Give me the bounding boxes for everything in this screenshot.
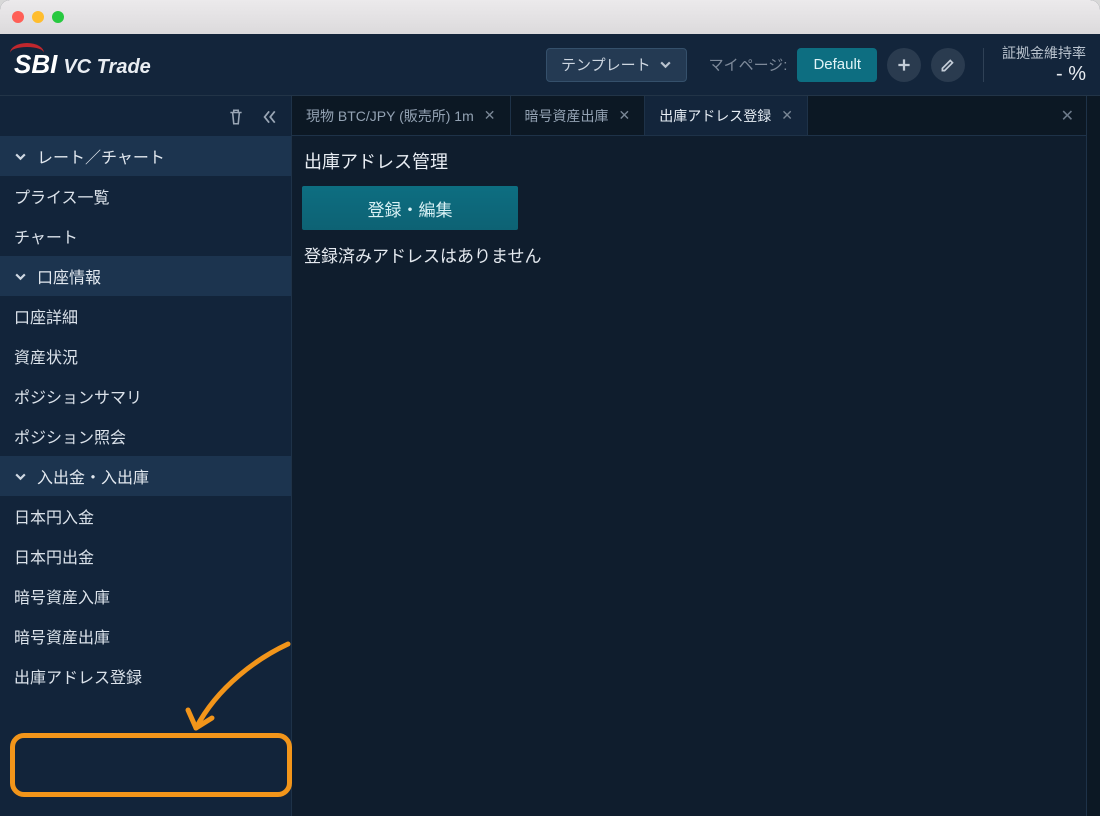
app-logo: SBI VC Trade bbox=[14, 49, 151, 80]
window-titlebar bbox=[0, 0, 1100, 34]
sidebar-item-position-inquiry[interactable]: ポジション照会 bbox=[0, 416, 291, 456]
sidebar-item-label: 暗号資産入庫 bbox=[14, 584, 110, 608]
sidebar-section-label: レート／チャート bbox=[37, 144, 165, 168]
sidebar-item-label: 資産状況 bbox=[14, 344, 78, 368]
sidebar-item-label: ポジション照会 bbox=[14, 424, 126, 448]
margin-rate-label: 証拠金維持率 bbox=[1002, 43, 1086, 63]
sidebar-section-label: 口座情報 bbox=[37, 264, 101, 288]
template-label: テンプレート bbox=[561, 54, 651, 75]
close-icon[interactable]: ✕ bbox=[781, 107, 793, 124]
sidebar-item-label: プライス一覧 bbox=[14, 184, 110, 208]
sidebar-item-label: ポジションサマリ bbox=[14, 384, 142, 408]
logo-brand: SBI bbox=[14, 49, 57, 80]
main-panel: 現物 BTC/JPY (販売所) 1m ✕ 暗号資産出庫 ✕ 出庫アドレス登録 … bbox=[292, 96, 1086, 816]
edit-icon bbox=[939, 56, 957, 74]
empty-message: 登録済みアドレスはありません bbox=[298, 242, 1080, 267]
divider bbox=[983, 48, 984, 82]
sidebar-item-withdraw-address[interactable]: 出庫アドレス登録 bbox=[0, 656, 291, 696]
edit-button[interactable] bbox=[931, 48, 965, 82]
tab-label: 現物 BTC/JPY (販売所) 1m bbox=[306, 106, 474, 126]
margin-rate: 証拠金維持率 - % bbox=[1002, 43, 1086, 86]
mypage-label: マイページ: bbox=[709, 54, 788, 75]
sidebar-item-jpy-withdraw[interactable]: 日本円出金 bbox=[0, 536, 291, 576]
logo-product: VC Trade bbox=[63, 56, 150, 79]
chevron-down-icon bbox=[14, 270, 27, 283]
sidebar-item-account-detail[interactable]: 口座詳細 bbox=[0, 296, 291, 336]
register-button-label: 登録・編集 bbox=[368, 196, 453, 221]
close-icon[interactable]: ✕ bbox=[484, 107, 496, 124]
chevron-down-icon bbox=[14, 470, 27, 483]
chevron-down-icon bbox=[659, 58, 672, 71]
sidebar-item-asset-status[interactable]: 資産状況 bbox=[0, 336, 291, 376]
sidebar-item-price-list[interactable]: プライス一覧 bbox=[0, 176, 291, 216]
panel-title: 出庫アドレス管理 bbox=[298, 148, 1080, 186]
sidebar-section-rate[interactable]: レート／チャート bbox=[0, 136, 291, 176]
chevron-down-icon bbox=[14, 150, 27, 163]
add-button[interactable] bbox=[887, 48, 921, 82]
sidebar-item-crypto-withdraw[interactable]: 暗号資産出庫 bbox=[0, 616, 291, 656]
mypage-default-button[interactable]: Default bbox=[797, 48, 877, 82]
sidebar-item-jpy-deposit[interactable]: 日本円入金 bbox=[0, 496, 291, 536]
register-edit-button[interactable]: 登録・編集 bbox=[302, 186, 518, 230]
window-minimize-icon[interactable] bbox=[32, 11, 44, 23]
margin-rate-value: - % bbox=[1002, 63, 1086, 86]
tab-label: 暗号資産出庫 bbox=[525, 106, 609, 126]
trash-icon[interactable] bbox=[227, 108, 245, 126]
sidebar: レート／チャート プライス一覧 チャート 口座情報 口座詳細 資産状況 ポジショ… bbox=[0, 96, 292, 816]
sidebar-item-chart[interactable]: チャート bbox=[0, 216, 291, 256]
template-dropdown[interactable]: テンプレート bbox=[546, 48, 687, 82]
close-icon[interactable]: ✕ bbox=[619, 107, 631, 124]
tab-bar: 現物 BTC/JPY (販売所) 1m ✕ 暗号資産出庫 ✕ 出庫アドレス登録 … bbox=[292, 96, 1086, 136]
close-all-tabs-icon[interactable]: ✕ bbox=[1061, 106, 1074, 126]
sidebar-item-position-summary[interactable]: ポジションサマリ bbox=[0, 376, 291, 416]
sidebar-item-label: 日本円出金 bbox=[14, 544, 94, 568]
sidebar-item-label: 口座詳細 bbox=[14, 304, 78, 328]
sidebar-item-crypto-deposit[interactable]: 暗号資産入庫 bbox=[0, 576, 291, 616]
tab-btc-jpy[interactable]: 現物 BTC/JPY (販売所) 1m ✕ bbox=[292, 96, 511, 135]
plus-icon bbox=[895, 56, 913, 74]
sidebar-item-label: 日本円入金 bbox=[14, 504, 94, 528]
window-close-icon[interactable] bbox=[12, 11, 24, 23]
sidebar-section-label: 入出金・入出庫 bbox=[37, 464, 149, 488]
tab-label: 出庫アドレス登録 bbox=[659, 106, 771, 126]
tab-crypto-withdraw[interactable]: 暗号資産出庫 ✕ bbox=[511, 96, 646, 135]
window-zoom-icon[interactable] bbox=[52, 11, 64, 23]
collapse-sidebar-icon[interactable] bbox=[259, 108, 277, 126]
right-strip bbox=[1086, 96, 1100, 816]
sidebar-section-deposit[interactable]: 入出金・入出庫 bbox=[0, 456, 291, 496]
app-header: SBI VC Trade テンプレート マイページ: Default bbox=[0, 34, 1100, 96]
default-label: Default bbox=[813, 56, 861, 73]
tab-withdraw-address[interactable]: 出庫アドレス登録 ✕ bbox=[645, 96, 808, 135]
sidebar-item-label: チャート bbox=[14, 224, 78, 248]
sidebar-section-account[interactable]: 口座情報 bbox=[0, 256, 291, 296]
sidebar-item-label: 暗号資産出庫 bbox=[14, 624, 110, 648]
sidebar-item-label: 出庫アドレス登録 bbox=[14, 664, 142, 688]
